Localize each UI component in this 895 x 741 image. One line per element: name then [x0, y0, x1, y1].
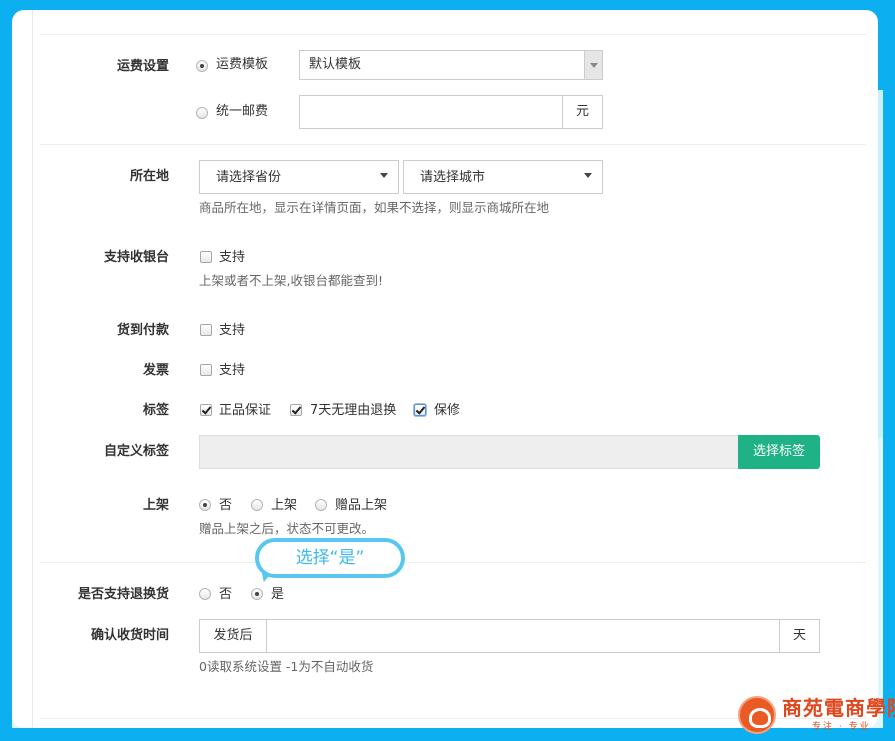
- annotation-bubble: 选择“是”: [255, 538, 405, 578]
- shipping-template-label[interactable]: 运费模板: [216, 56, 268, 74]
- custom-tags-label: 自定义标签: [103, 444, 169, 459]
- invoice-label: 发票: [142, 363, 169, 378]
- watermark-logo: 商苑電商學院 专注 · 专业: [738, 694, 895, 736]
- shipping-unified-label[interactable]: 统一邮费: [216, 103, 268, 121]
- cod-label: 货到付款: [116, 323, 169, 338]
- listing-label: 上架: [142, 498, 169, 513]
- choose-tags-button[interactable]: 选择标签: [738, 435, 820, 469]
- confirm-receipt-label: 确认收货时间: [90, 628, 169, 643]
- shipping-unified-unit: 元: [562, 96, 602, 128]
- listing-radio-gift[interactable]: [315, 499, 327, 511]
- returns-radio-yes[interactable]: [251, 588, 263, 600]
- location-label: 所在地: [129, 169, 169, 184]
- returns-option-no[interactable]: 否: [219, 586, 232, 604]
- shipping-unified-group: 元: [299, 95, 603, 129]
- listing-option-gift[interactable]: 赠品上架: [335, 497, 387, 515]
- confirm-receipt-group: 发货后 天: [199, 619, 820, 653]
- tag-label-7day-return[interactable]: 7天无理由退换: [310, 402, 396, 420]
- shipping-template-radio[interactable]: [196, 60, 208, 72]
- caret-down-icon: [380, 173, 388, 178]
- confirm-receipt-help: 0读取系统设置 -1为不自动收货: [199, 659, 374, 674]
- location-help: 商品所在地，显示在详情页面，如果不选择，则显示商城所在地: [199, 200, 550, 215]
- cashier-option[interactable]: 支持: [219, 249, 245, 267]
- divider-top: [40, 34, 866, 35]
- invoice-option[interactable]: 支持: [219, 362, 245, 380]
- inner-left-rule: [32, 10, 33, 728]
- caret-down-icon: [584, 173, 592, 178]
- divider-listing: [40, 562, 866, 563]
- shipping-template-selected: 默认模板: [309, 57, 362, 72]
- province-select[interactable]: 请选择省份: [199, 160, 399, 194]
- returns-option-yes[interactable]: 是: [271, 586, 284, 604]
- chevron-down-icon: [584, 51, 602, 79]
- tag-label-warranty[interactable]: 保修: [434, 402, 460, 420]
- shipping-template-select[interactable]: 默认模板: [299, 50, 603, 80]
- tags-label: 标签: [142, 403, 169, 418]
- city-selected: 请选择城市: [420, 170, 486, 185]
- city-select[interactable]: 请选择城市: [403, 160, 603, 194]
- returns-label: 是否支持退换货: [77, 587, 169, 602]
- shipping-label: 运费设置: [116, 59, 169, 74]
- confirm-receipt-suffix: 天: [779, 620, 819, 652]
- tag-checkbox-warranty[interactable]: [414, 404, 426, 416]
- cashier-help: 上架或者不上架,收银台都能查到!: [199, 273, 383, 288]
- logo-emblem-icon: [738, 696, 776, 734]
- custom-tags-input[interactable]: [199, 435, 739, 469]
- cod-option[interactable]: 支持: [219, 322, 245, 340]
- logo-subtitle: 专注 · 专业: [812, 722, 871, 732]
- shipping-unified-radio[interactable]: [196, 107, 208, 119]
- returns-radio-no[interactable]: [199, 588, 211, 600]
- listing-option-on-shelf[interactable]: 上架: [271, 497, 297, 515]
- listing-option-no[interactable]: 否: [219, 497, 232, 515]
- tag-checkbox-7day-return[interactable]: [290, 404, 302, 416]
- cashier-checkbox[interactable]: [200, 251, 212, 263]
- tag-label-genuine[interactable]: 正品保证: [219, 402, 271, 420]
- confirm-receipt-prefix: 发货后: [200, 620, 267, 652]
- divider-shipping: [40, 144, 866, 145]
- listing-help: 赠品上架之后，状态不可更改。: [199, 521, 375, 536]
- province-selected: 请选择省份: [216, 170, 282, 185]
- invoice-checkbox[interactable]: [200, 364, 212, 376]
- logo-name: 商苑電商學院: [782, 696, 895, 720]
- listing-radio-no[interactable]: [199, 499, 211, 511]
- tag-checkbox-genuine[interactable]: [200, 404, 212, 416]
- cod-checkbox[interactable]: [200, 324, 212, 336]
- cashier-label: 支持收银台: [103, 250, 169, 265]
- listing-radio-on-shelf[interactable]: [251, 499, 263, 511]
